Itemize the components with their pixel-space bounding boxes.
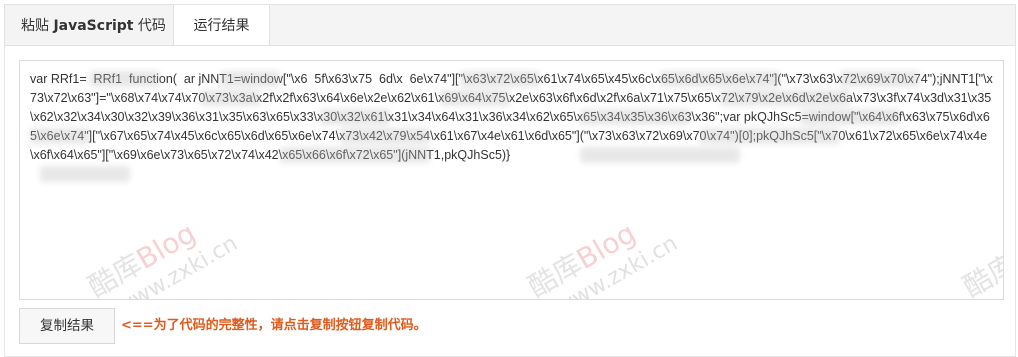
watermark-blog: Blog (571, 216, 642, 276)
copy-notice-text: <==为了代码的完整性，请点击复制按钮复制代码。 (121, 318, 427, 333)
blur-patch (280, 147, 430, 163)
tab-paste-javascript[interactable]: 粘贴 JavaScript 代码 (5, 5, 171, 47)
tab-run-result[interactable]: 运行结果 (173, 5, 270, 48)
watermark: 酷库Blog www.zxki.cn (955, 196, 1004, 300)
watermark-url: www.zxki.cn (112, 230, 242, 300)
watermark-cn: 酷库 (522, 247, 588, 300)
watermark-url: www.zxki.cn (552, 230, 682, 300)
blur-patch (220, 71, 280, 87)
blur-patch (40, 166, 130, 182)
blur-patch (720, 90, 850, 106)
blur-patch (840, 71, 920, 87)
watermark-blog: Blog (131, 216, 202, 276)
watermark-cn: 酷库 (957, 247, 1004, 300)
blur-patch (440, 90, 510, 106)
blur-patch (660, 71, 780, 87)
blur-patch (580, 109, 690, 125)
watermark: 酷库Blog www.zxki.cn (520, 196, 682, 300)
tab-paste-bold: JavaScript (53, 18, 134, 34)
blur-patch (580, 147, 740, 163)
blur-patch (320, 109, 390, 125)
watermark-cn: 酷库 (82, 247, 148, 300)
tab-paste-suffix: 代码 (133, 18, 166, 34)
tab-bar: 粘贴 JavaScript 代码 运行结果 (4, 4, 1016, 48)
watermark: 酷库Blog www.zxki.cn (80, 196, 242, 300)
blur-patch (200, 90, 260, 106)
watermark-url: www.zxki.cn (987, 230, 1004, 300)
blur-patch (340, 128, 430, 144)
result-panel: var RRf1= RRf1 function( ar jNNT1=window… (4, 45, 1016, 357)
blur-patch (30, 128, 90, 144)
blur-patch (700, 128, 840, 144)
blur-patch (800, 109, 900, 125)
tab-paste-prefix: 粘贴 (21, 18, 54, 34)
page: 粘贴 JavaScript 代码 运行结果 var RRf1= RRf1 fun… (0, 0, 1018, 357)
code-output-textarea[interactable]: var RRf1= RRf1 function( ar jNNT1=window… (19, 60, 1004, 300)
blur-patch (90, 71, 160, 87)
blur-patch (460, 71, 540, 87)
copy-result-button[interactable]: 复制结果 (19, 308, 115, 344)
